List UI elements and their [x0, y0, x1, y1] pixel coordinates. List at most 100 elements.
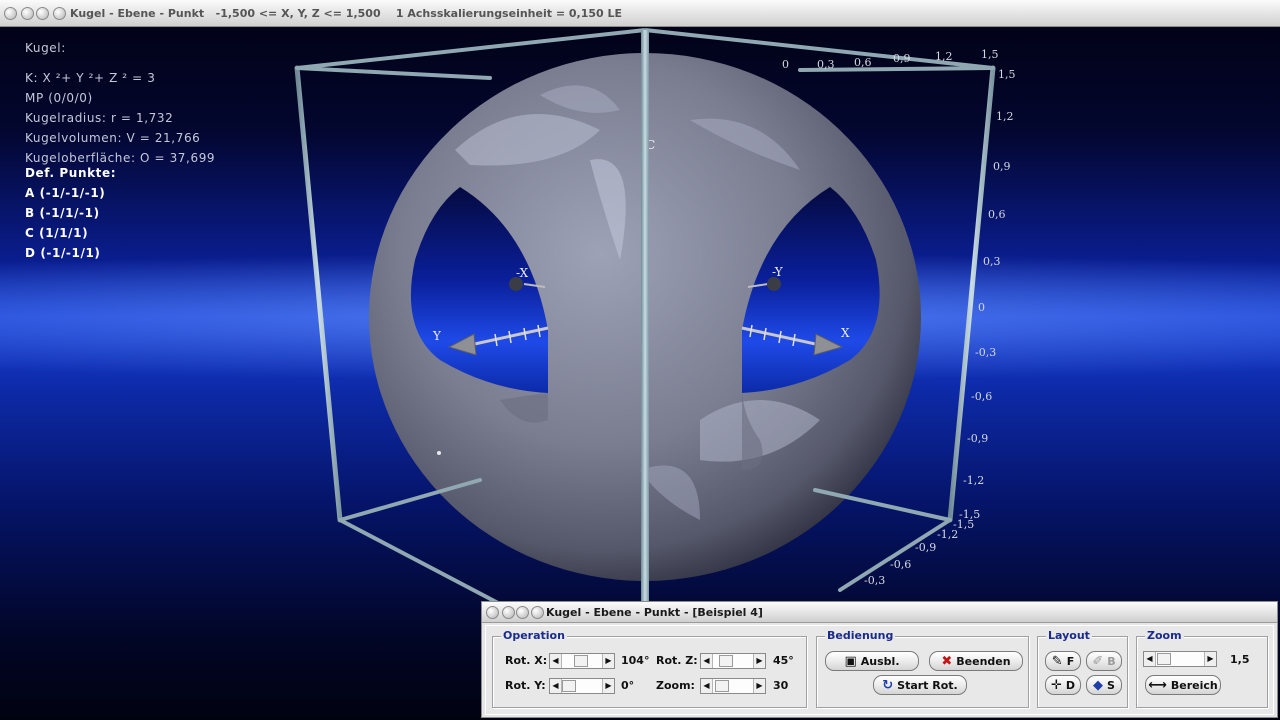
bedienung-group: Bedienung ▣ Ausbl. ✖ Beenden ↻ Start Rot…: [816, 629, 1029, 708]
svg-text:0,9: 0,9: [993, 160, 1011, 173]
sphere-radius: Kugelradius: r = 1,732: [25, 111, 174, 125]
slider-thumb[interactable]: [719, 655, 733, 667]
slider-right-arrow-icon[interactable]: ▶: [1204, 652, 1216, 666]
beenden-button-label: Beenden: [956, 654, 1011, 668]
shape-icon: ◆: [1093, 677, 1104, 693]
svg-text:0: 0: [978, 301, 985, 314]
x-axis-label: X: [841, 326, 850, 340]
rot-x-slider[interactable]: ◀ ▶: [549, 653, 615, 669]
svg-text:-0,9: -0,9: [967, 432, 988, 445]
zoom-value: 30: [773, 679, 789, 692]
panel-menu-icon[interactable]: [486, 606, 499, 619]
svg-text:0: 0: [782, 58, 789, 71]
svg-text:0,6: 0,6: [988, 208, 1006, 221]
svg-text:-0,3: -0,3: [975, 346, 996, 359]
zoom-range-slider[interactable]: ◀ ▶: [1143, 651, 1217, 667]
rot-x-value: 104°: [621, 654, 650, 667]
panel-body: Operation Rot. X: ◀ ▶ 104° Rot. Z: ◀ ▶ 4…: [485, 625, 1274, 715]
brush-icon: ✐: [1092, 653, 1104, 669]
rotate-icon: ↻: [882, 677, 894, 693]
svg-text:0,6: 0,6: [854, 56, 872, 69]
slider-right-arrow-icon[interactable]: ▶: [602, 654, 614, 668]
info-heading: Kugel:: [25, 41, 66, 55]
sphere-surface: Kugeloberfläche: O = 37,699: [25, 151, 216, 165]
neg-y-axis-label: -Y: [772, 265, 784, 279]
layout-group: Layout ✎ F ✐ B ✛ D ◆ S: [1037, 629, 1128, 708]
y-axis-label: Y: [432, 329, 442, 343]
range-icon: ⟷: [1148, 677, 1167, 693]
bereich-button-label: Bereich: [1170, 678, 1218, 692]
slider-thumb[interactable]: [574, 655, 588, 667]
slider-left-arrow-icon[interactable]: ◀: [1144, 652, 1156, 666]
svg-text:1,2: 1,2: [996, 110, 1014, 123]
svg-text:0,9: 0,9: [893, 52, 911, 65]
slider-right-arrow-icon[interactable]: ▶: [602, 679, 614, 693]
svg-text:-0,9: -0,9: [915, 541, 936, 554]
hide-icon: ▣: [844, 653, 857, 669]
front-pillar: [641, 30, 649, 605]
svg-text:-1,2: -1,2: [937, 528, 958, 541]
sphere-center: MP (0/0/0): [25, 91, 93, 105]
slider-right-arrow-icon[interactable]: ▶: [753, 679, 765, 693]
svg-text:1,2: 1,2: [935, 50, 953, 63]
point-c: C (1/1/1): [25, 226, 89, 240]
layout-f-button[interactable]: ✎ F: [1045, 651, 1081, 671]
bedienung-label: Bedienung: [825, 629, 896, 642]
sphere-volume: Kugelvolumen: V = 21,766: [25, 131, 201, 145]
svg-text:-1,2: -1,2: [963, 474, 984, 487]
sphere-equation: K: X ²+ Y ²+ Z ² = 3: [25, 71, 156, 85]
svg-text:0,3: 0,3: [983, 255, 1001, 268]
point-a: A (-1/-1/-1): [25, 186, 106, 200]
svg-text:1,5: 1,5: [998, 68, 1016, 81]
slider-left-arrow-icon[interactable]: ◀: [550, 654, 562, 668]
slider-thumb[interactable]: [715, 680, 729, 692]
rot-y-slider[interactable]: ◀ ▶: [549, 678, 615, 694]
zoom-group: Zoom ◀ ▶ 1,5 ⟷ Bereich: [1136, 629, 1268, 708]
slider-right-arrow-icon[interactable]: ▶: [753, 654, 765, 668]
zoom-range-value: 1,5: [1230, 653, 1250, 666]
rot-y-label: Rot. Y:: [505, 679, 546, 692]
bottom-axis-ticks: -1,5 -1,2 -0,9 -0,6 -0,3: [864, 518, 974, 587]
zoom-label: Zoom:: [656, 679, 695, 692]
rot-x-label: Rot. X:: [505, 654, 548, 667]
layout-label: Layout: [1046, 629, 1092, 642]
beenden-button[interactable]: ✖ Beenden: [929, 651, 1023, 671]
crosshair-icon: ✛: [1050, 677, 1062, 693]
panel-close-icon[interactable]: [531, 606, 544, 619]
points-heading: Def. Punkte:: [25, 166, 117, 180]
rot-z-label: Rot. Z:: [656, 654, 698, 667]
zoom-slider[interactable]: ◀ ▶: [700, 678, 766, 694]
panel-minimize-icon[interactable]: [502, 606, 515, 619]
point-d: D (-1/-1/1): [25, 246, 101, 260]
ausbl-button-label: Ausbl.: [860, 654, 900, 668]
slider-thumb[interactable]: [1157, 653, 1171, 665]
panel-title-bar[interactable]: Kugel - Ebene - Punkt - [Beispiel 4]: [482, 602, 1277, 623]
svg-text:-0,3: -0,3: [864, 574, 885, 587]
zoom-group-label: Zoom: [1145, 629, 1184, 642]
svg-text:1,5: 1,5: [981, 48, 999, 61]
operation-label: Operation: [501, 629, 567, 642]
close-x-icon: ✖: [941, 653, 953, 669]
layout-d-button[interactable]: ✛ D: [1045, 675, 1081, 695]
panel-maximize-icon[interactable]: [516, 606, 529, 619]
start-rot-button[interactable]: ↻ Start Rot.: [873, 675, 967, 695]
svg-text:-0,6: -0,6: [890, 558, 911, 571]
rot-y-value: 0°: [621, 679, 635, 692]
slider-left-arrow-icon[interactable]: ◀: [701, 654, 713, 668]
ausbl-button[interactable]: ▣ Ausbl.: [825, 651, 919, 671]
slider-left-arrow-icon[interactable]: ◀: [550, 679, 562, 693]
panel-title: Kugel - Ebene - Punkt - [Beispiel 4]: [546, 606, 763, 619]
point-b: B (-1/1/-1): [25, 206, 100, 220]
bereich-button[interactable]: ⟷ Bereich: [1145, 675, 1221, 695]
layout-b-button[interactable]: ✐ B: [1086, 651, 1122, 671]
paint-icon: ✎: [1051, 653, 1063, 669]
neg-x-axis-label: -X: [516, 266, 529, 280]
layout-s-button[interactable]: ◆ S: [1086, 675, 1122, 695]
rot-z-value: 45°: [773, 654, 794, 667]
slider-thumb[interactable]: [562, 680, 576, 692]
svg-text:-0,6: -0,6: [971, 390, 992, 403]
control-panel: Kugel - Ebene - Punkt - [Beispiel 4] Ope…: [481, 601, 1278, 718]
svg-text:0,3: 0,3: [817, 58, 835, 71]
slider-left-arrow-icon[interactable]: ◀: [701, 679, 713, 693]
rot-z-slider[interactable]: ◀ ▶: [700, 653, 766, 669]
